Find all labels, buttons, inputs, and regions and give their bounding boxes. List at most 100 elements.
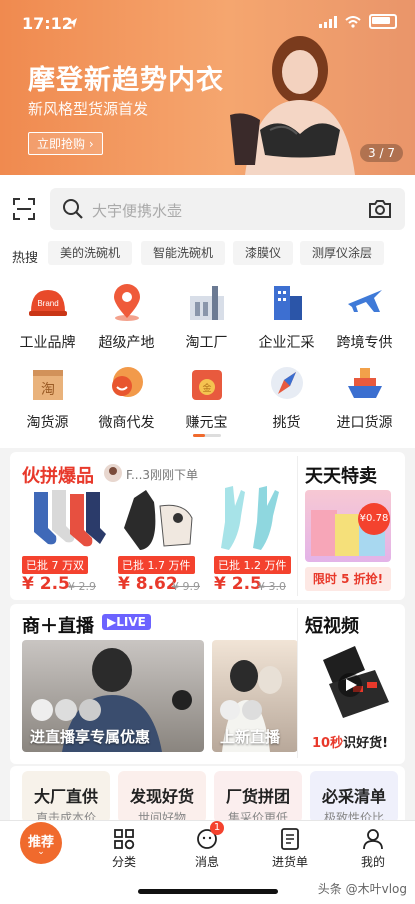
category-taofactory[interactable]: 淘工厂 [165, 282, 248, 352]
hot-search-item[interactable]: 智能洗碗机 [141, 241, 225, 265]
car-charger-image [323, 646, 389, 718]
category-enterprise[interactable]: 企业汇采 [245, 282, 328, 352]
group-buy-title: 伙拼爆品 [22, 466, 94, 487]
grid-icon [114, 829, 135, 850]
category-wechat-dropship[interactable]: 微商代发 [85, 362, 168, 432]
category-label: 微商代发 [98, 415, 155, 431]
hot-search-item[interactable]: 测厚仪涂层 [300, 241, 384, 265]
product-price: ¥ 8.62 [118, 574, 178, 594]
tab-label: 消息 [194, 855, 219, 869]
hot-search-label: 热搜 [12, 251, 39, 266]
search-placeholder: 大宇便携水壶 [92, 202, 183, 220]
tab-recommend[interactable]: 推荐 ⌄ [20, 822, 62, 864]
short-video-caption-text: 识好货! [343, 736, 389, 751]
category-earn-coins[interactable]: 金 赚元宝 [165, 362, 248, 432]
category-pick-goods[interactable]: 挑货 [245, 362, 328, 432]
category-label: 淘货源 [26, 415, 69, 431]
sold-count-tag: 已批 1.2 万件 [214, 556, 291, 574]
building-icon [273, 286, 302, 320]
compass-icon [270, 367, 303, 399]
banner-buy-label: 立即抢购 [37, 137, 86, 151]
category-label: 企业汇采 [258, 335, 315, 351]
status-indicators [319, 14, 397, 29]
camera-icon[interactable] [368, 199, 392, 219]
smile-bubble-icon [111, 367, 143, 397]
signal-icon [319, 15, 337, 28]
box-icon: 淘 [32, 370, 63, 400]
category-label: 淘工厂 [185, 335, 228, 351]
tile-title: 厂货拼团 [225, 787, 290, 806]
tile-group-buy[interactable]: 厂货拼团 集采价更低 [214, 771, 302, 825]
message-badge: 1 [210, 821, 224, 835]
category-crossborder[interactable]: 跨境专供 [323, 282, 406, 352]
banner-buy-button[interactable]: 立即抢购 › [28, 132, 103, 155]
svg-text:金: 金 [202, 382, 211, 394]
category-origin[interactable]: 超级产地 [85, 282, 168, 352]
airplane-icon [347, 290, 382, 312]
banner-page-indicator: 3 / 7 [360, 144, 403, 162]
sold-count-tag: 已批 1.7 万件 [118, 556, 195, 574]
short-video-caption-highlight: 10秒 [312, 736, 344, 751]
product-image-gloves[interactable] [215, 486, 295, 550]
location-arrow-icon [69, 18, 77, 28]
price-badge: ¥0.78 [358, 503, 390, 535]
tile-title: 发现好货 [129, 787, 194, 806]
category-tao-source[interactable]: 淘 淘货源 [6, 362, 89, 432]
short-video-caption: 10秒识好货! [312, 732, 388, 751]
buyer-avatar [104, 464, 122, 482]
category-industrial-brand[interactable]: Brand 工业品牌 [6, 282, 89, 352]
hot-search-item[interactable]: 漆膜仪 [233, 241, 293, 265]
brand-helmet-icon: Brand [28, 290, 67, 316]
tab-category[interactable]: 分类 [89, 828, 159, 870]
product-price: ¥ 2.5 [214, 574, 262, 594]
chevron-right-icon: › [88, 137, 94, 151]
tile-discover[interactable]: 发现好货 世间好物 [118, 771, 206, 825]
svg-text:淘: 淘 [41, 382, 55, 398]
tab-label: 进货单 [271, 855, 308, 869]
daily-sale-title: 天天特卖 [305, 466, 377, 487]
wifi-icon [345, 15, 361, 28]
product-original-price: ¥ 9.9 [172, 580, 200, 593]
scan-icon[interactable] [12, 197, 36, 221]
battery-icon [369, 14, 397, 29]
tab-purchase-list[interactable]: 进货单 [255, 828, 325, 870]
category-scroll-indicator [193, 434, 221, 437]
factory-icon [189, 286, 224, 320]
category-label: 跨境专供 [336, 335, 393, 351]
tile-must-buy[interactable]: 必采清单 极致性价比 [310, 771, 398, 825]
hot-search-item[interactable]: 美的洗碗机 [48, 241, 132, 265]
category-label: 挑货 [272, 415, 301, 431]
tab-label: 分类 [111, 855, 136, 869]
status-time: 17:12 [22, 14, 73, 33]
category-label: 赚元宝 [185, 415, 228, 431]
product-price: ¥ 2.5 [22, 574, 70, 594]
tab-messages[interactable]: 消息 [172, 828, 242, 870]
short-video-thumbnail[interactable] [305, 640, 395, 726]
product-image-apron[interactable] [120, 488, 200, 550]
sold-count-tag: 已批 7 万双 [22, 556, 88, 574]
banner-decor-image [230, 113, 260, 165]
watermark: 头条 @木叶vlog [317, 882, 407, 896]
category-label: 工业品牌 [19, 335, 76, 351]
chevron-down-icon: ⌄ [37, 847, 45, 857]
tab-me[interactable]: 我的 [338, 828, 408, 870]
svg-text:Brand: Brand [37, 299, 58, 308]
play-icon: ▶ [107, 615, 117, 629]
banner-subtitle: 新风格型货源首发 [28, 100, 149, 118]
category-label: 超级产地 [98, 335, 155, 351]
product-image-socks[interactable] [26, 488, 106, 550]
divider [297, 456, 298, 596]
tile-title: 大厂直供 [33, 787, 98, 806]
home-indicator [138, 889, 278, 894]
product-original-price: ¥ 3.0 [258, 580, 286, 593]
category-label: 进口货源 [336, 415, 393, 431]
tab-label: 我的 [360, 855, 385, 869]
list-icon [281, 828, 299, 850]
location-pin-icon [113, 284, 140, 321]
tile-factory-direct[interactable]: 大厂直供 直击成本价 [22, 771, 110, 825]
live-badge: ▶LIVE [102, 614, 151, 630]
search-icon [63, 199, 83, 219]
tile-title: 必采清单 [321, 787, 386, 806]
category-import[interactable]: 进口货源 [323, 362, 406, 432]
order-ticker: F...3刚刚下单 [126, 468, 199, 482]
